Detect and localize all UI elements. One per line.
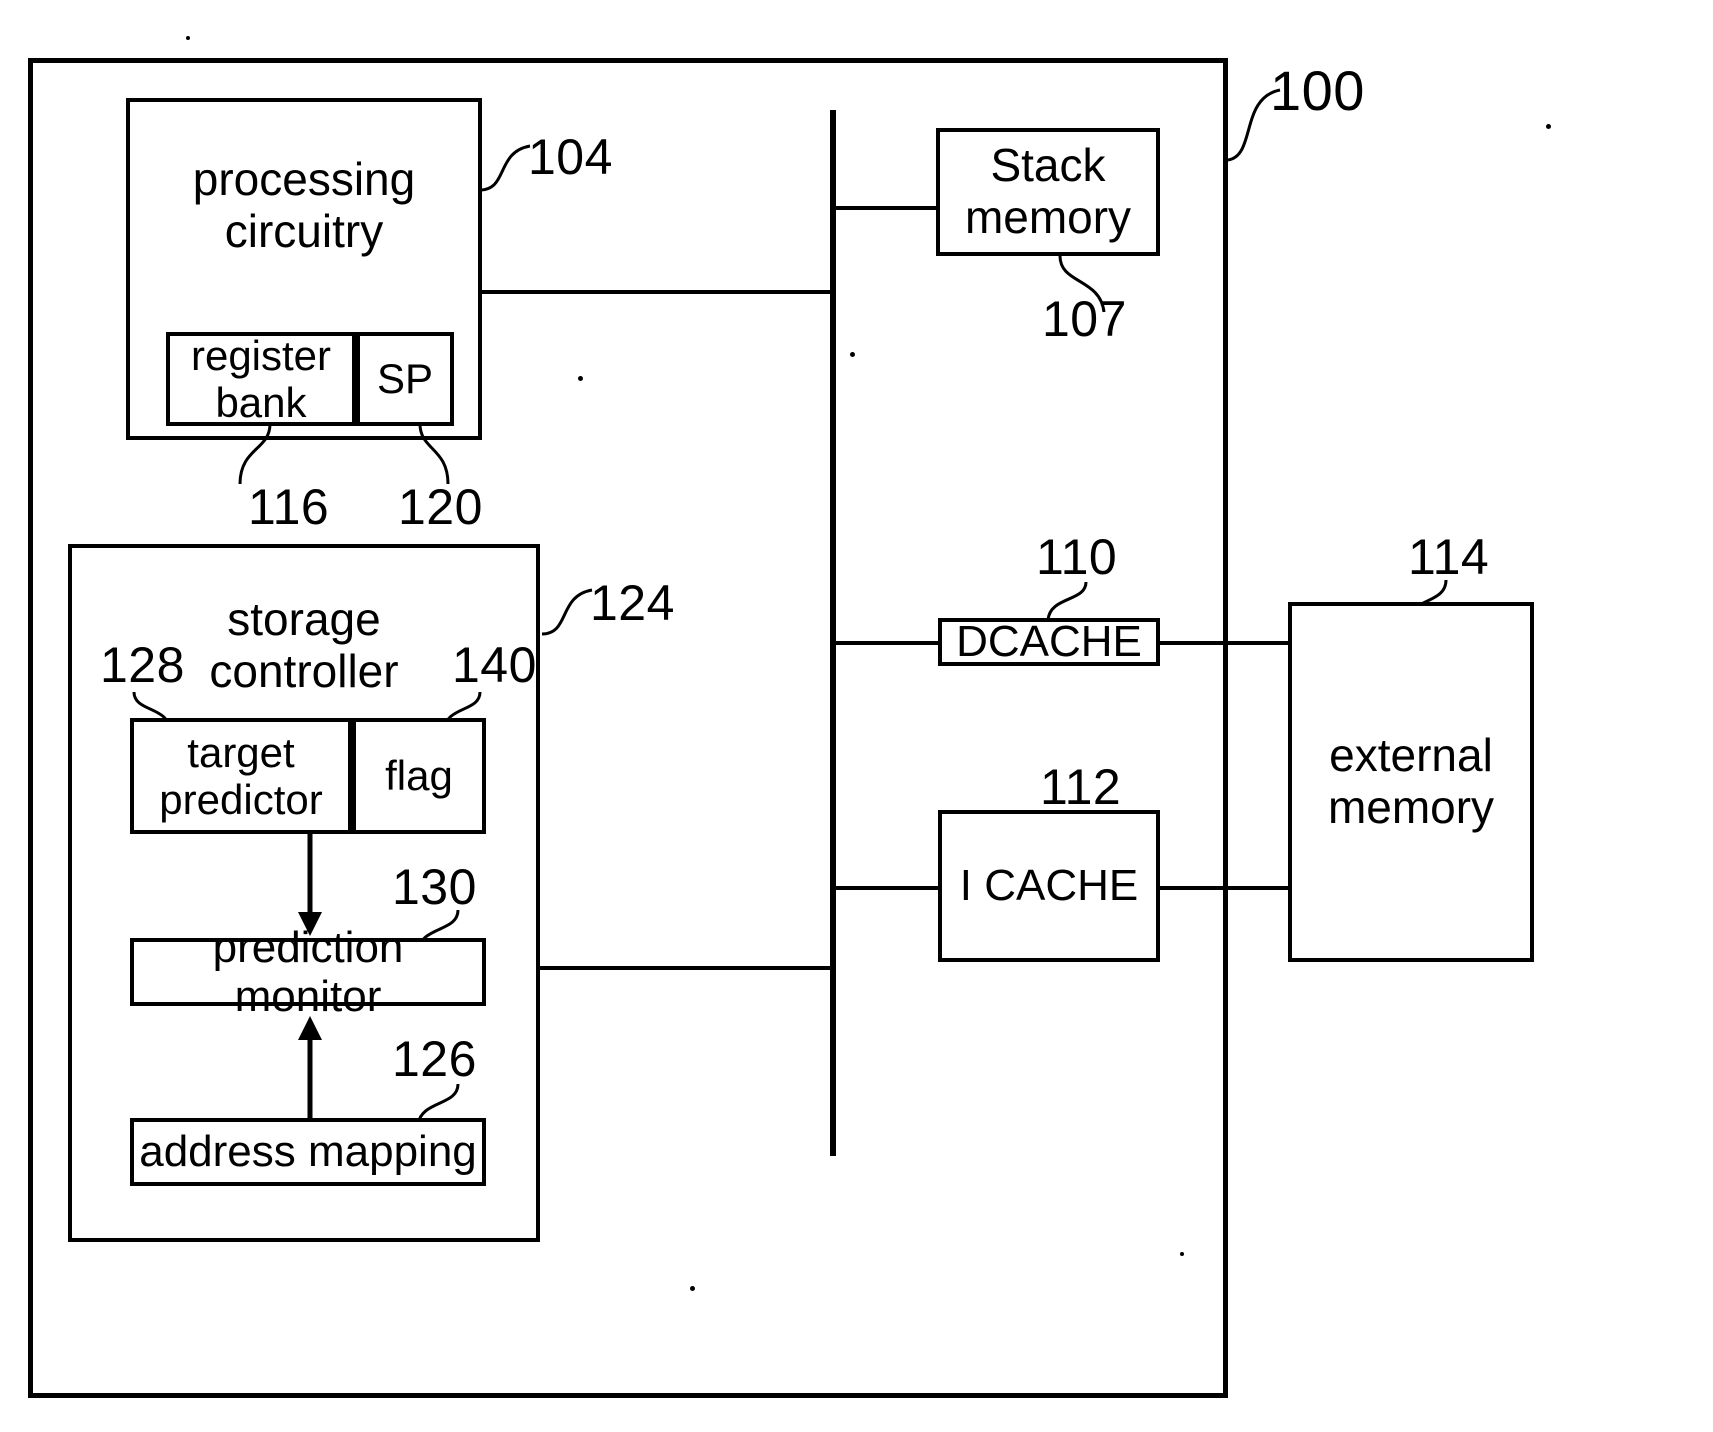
stack-pointer-label: SP <box>376 355 434 403</box>
external-memory-label: external memory <box>1327 729 1495 833</box>
arrow-address-mapping-to-prediction-monitor <box>298 1016 322 1120</box>
storage-controller-to-bus-line <box>540 966 834 970</box>
register-bank-block: register bank <box>166 332 356 426</box>
ref-104: 104 <box>528 129 613 185</box>
stack-pointer-block: SP <box>356 332 454 426</box>
external-memory-block: external memory <box>1288 602 1534 962</box>
storage-controller-label: storage controller <box>209 593 399 697</box>
dcache-label: DCACHE <box>956 617 1142 667</box>
dcache-block: DCACHE <box>938 617 1160 667</box>
icache-label: I CACHE <box>959 861 1139 911</box>
flag-label: flag <box>385 752 453 800</box>
ref-120: 120 <box>398 479 483 535</box>
flag-block: flag <box>352 718 486 834</box>
scan-artifact <box>850 352 855 357</box>
bus-to-dcache-line <box>830 641 938 645</box>
scan-artifact <box>186 36 190 40</box>
bus-to-stack-memory-line <box>830 206 936 210</box>
processing-circuitry-to-bus-line <box>480 290 834 294</box>
address-mapping-label: address mapping <box>139 1127 477 1177</box>
leader-110 <box>1046 581 1088 621</box>
prediction-monitor-block: prediction monitor <box>130 923 486 1021</box>
target-predictor-label: target predictor <box>159 728 323 823</box>
internal-bus <box>830 110 836 1156</box>
ref-100: 100 <box>1270 59 1365 122</box>
scan-artifact <box>578 376 583 381</box>
processing-circuitry-label: processing circuitry <box>192 153 416 257</box>
ref-140: 140 <box>452 637 537 693</box>
bus-to-icache-line <box>830 886 938 890</box>
address-mapping-block: address mapping <box>130 1118 486 1186</box>
register-bank-label: register bank <box>190 331 332 426</box>
stack-memory-label: Stack memory <box>964 139 1132 243</box>
scan-artifact <box>1546 124 1551 129</box>
dcache-to-external-memory-line <box>1158 641 1290 645</box>
ref-112: 112 <box>1040 759 1122 815</box>
ref-126: 126 <box>392 1031 477 1087</box>
scan-artifact <box>690 1286 695 1291</box>
ref-128: 128 <box>100 637 185 693</box>
icache-block: I CACHE <box>938 810 1160 962</box>
patent-figure: processing circuitry register bank SP 11… <box>0 0 1713 1432</box>
ref-110: 110 <box>1036 529 1118 585</box>
target-predictor-block: target predictor <box>130 718 352 834</box>
stack-memory-block: Stack memory <box>936 128 1160 256</box>
ref-116: 116 <box>248 479 330 535</box>
ref-124: 124 <box>590 575 675 631</box>
scan-artifact <box>1180 1252 1184 1256</box>
ref-107: 107 <box>1042 291 1127 347</box>
icache-to-external-memory-line <box>1158 886 1290 890</box>
